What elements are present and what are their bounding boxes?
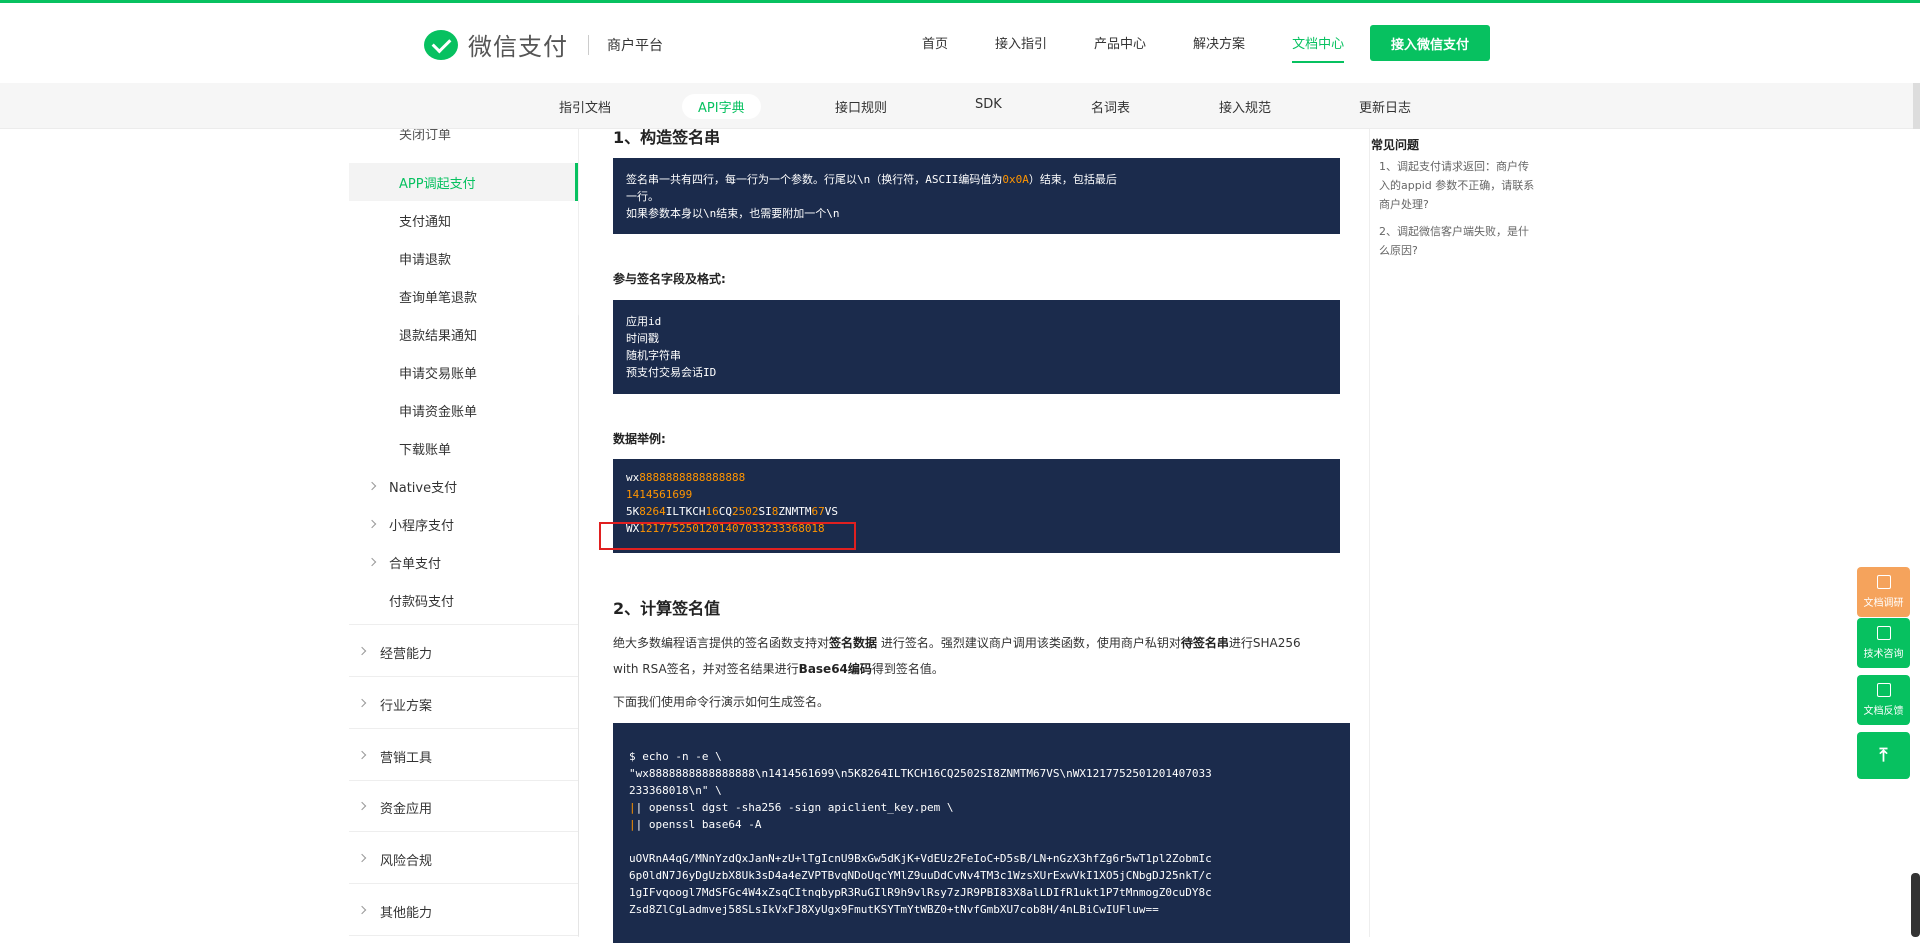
sidebar-item-download-bill[interactable]: 下载账单	[399, 439, 451, 458]
sidebar-item-refund[interactable]: 申请退款	[399, 249, 451, 268]
sidebar-item-trade-bill[interactable]: 申请交易账单	[399, 363, 477, 382]
tab-sdk[interactable]: SDK	[959, 94, 1018, 115]
sidebar-item-app-pay[interactable]: APP调起支付	[399, 173, 476, 192]
sidebar-section-business[interactable]: 经营能力	[380, 643, 432, 662]
sub-nav: 指引文档 API字典 接口规则 SDK 名词表 接入规范 更新日志	[0, 83, 1920, 129]
logo[interactable]: 微信支付 商户平台	[424, 27, 663, 62]
code-block-command: $ echo -n -e \ "wx8888888888888888\n1414…	[613, 723, 1350, 943]
cmd-intro: 下面我们使用命令行演示如何生成签名。	[613, 695, 830, 709]
sidebar-group-miniprogram[interactable]: 小程序支付	[389, 515, 454, 534]
section-title-build-string: 1、构造签名串	[613, 128, 721, 147]
wechat-pay-logo-icon	[424, 29, 458, 60]
section-title-compute-sign: 2、计算签名值	[613, 599, 721, 618]
sidebar: 关闭订单 APP调起支付 支付通知 申请退款 查询单笔退款 退款结果通知 申请交…	[349, 129, 579, 937]
join-button[interactable]: 接入微信支付	[1370, 25, 1490, 61]
tab-changelog[interactable]: 更新日志	[1343, 94, 1427, 119]
edge-widget[interactable]	[1911, 873, 1920, 937]
sign-description: 绝大多数编程语言提供的签名函数支持对签名数据 进行签名。强烈建议商户调用该类函数…	[613, 636, 1301, 676]
main-content: 1、构造签名串 签名串一共有四行，每一行为一个参数。行尾以\n（换行符，ASCI…	[599, 128, 1353, 943]
faq-item-2[interactable]: 2、调起微信客户端失败，是什么原因?	[1379, 222, 1539, 260]
divider	[588, 34, 589, 55]
highlight-annotation-box	[599, 522, 856, 550]
sidebar-item-fund-bill[interactable]: 申请资金账单	[399, 401, 477, 420]
code-block-sign-rules: 签名串一共有四行，每一行为一个参数。行尾以\n（换行符，ASCII编码值为0x0…	[613, 158, 1340, 234]
chevron-right-icon	[357, 698, 367, 708]
tab-standards[interactable]: 接入规范	[1203, 94, 1287, 119]
tab-interface-rules[interactable]: 接口规则	[819, 94, 903, 119]
sidebar-item-close-order[interactable]: 关闭订单	[399, 129, 451, 143]
sidebar-section-other[interactable]: 其他能力	[380, 902, 432, 921]
top-nav: 首页 接入指引 产品中心 解决方案 文档中心	[922, 33, 1391, 63]
sidebar-section-marketing[interactable]: 营销工具	[380, 747, 432, 766]
header: 微信支付 商户平台 首页 接入指引 产品中心 解决方案 文档中心 接入微信支付	[0, 3, 1920, 83]
chevron-right-icon	[357, 801, 367, 811]
brand-name: 微信支付	[468, 33, 568, 61]
arrow-up-icon: ⤒	[1879, 744, 1888, 766]
chat-icon	[1876, 626, 1891, 640]
platform-name: 商户平台	[607, 37, 663, 54]
nav-guide[interactable]: 接入指引	[995, 33, 1047, 52]
chevron-right-icon	[367, 481, 377, 491]
sidebar-section-funds[interactable]: 资金应用	[380, 798, 432, 817]
doc-survey-button[interactable]: 文档调研	[1857, 567, 1910, 617]
edit-icon	[1876, 683, 1891, 697]
sidebar-group-paycode[interactable]: 付款码支付	[389, 591, 454, 610]
code-block-fields: 应用id 时间戳 随机字符串 预支付交易会话ID	[613, 300, 1340, 394]
nav-products[interactable]: 产品中心	[1094, 33, 1146, 52]
tab-glossary[interactable]: 名词表	[1075, 94, 1146, 119]
chevron-right-icon	[357, 750, 367, 760]
faq-title: 常见问题	[1371, 138, 1420, 152]
sidebar-section-industry[interactable]: 行业方案	[380, 695, 432, 714]
sidebar-item-pay-notify[interactable]: 支付通知	[399, 211, 451, 230]
faq-item-1[interactable]: 1、调起支付请求返回：商户传入的appid 参数不正确，请联系商户处理?	[1379, 157, 1539, 214]
sidebar-group-combined[interactable]: 合单支付	[389, 553, 441, 572]
nav-solutions[interactable]: 解决方案	[1193, 33, 1245, 52]
chevron-right-icon	[367, 519, 377, 529]
nav-home[interactable]: 首页	[922, 33, 948, 52]
sidebar-item-refund-notify[interactable]: 退款结果通知	[399, 325, 477, 344]
sidebar-section-risk[interactable]: 风险合规	[380, 850, 432, 869]
tech-support-button[interactable]: 技术咨询	[1857, 618, 1910, 668]
back-to-top-button[interactable]: ⤒	[1857, 732, 1910, 779]
sidebar-scrollbar[interactable]	[578, 314, 579, 937]
chevron-right-icon	[367, 557, 377, 567]
chevron-right-icon	[357, 905, 367, 915]
nav-docs[interactable]: 文档中心	[1292, 33, 1345, 63]
example-label: 数据举例:	[613, 432, 666, 446]
tab-guide-docs[interactable]: 指引文档	[543, 94, 627, 119]
chevron-right-icon	[357, 853, 367, 863]
sidebar-group-native[interactable]: Native支付	[389, 477, 457, 496]
page-scrollbar-top[interactable]	[1913, 83, 1920, 129]
chevron-right-icon	[357, 646, 367, 656]
fields-label: 参与签名字段及格式:	[613, 272, 726, 286]
edit-icon	[1876, 575, 1891, 589]
doc-feedback-button[interactable]: 文档反馈	[1857, 675, 1910, 725]
sidebar-item-query-refund[interactable]: 查询单笔退款	[399, 287, 477, 306]
tab-api-dict[interactable]: API字典	[682, 94, 761, 119]
